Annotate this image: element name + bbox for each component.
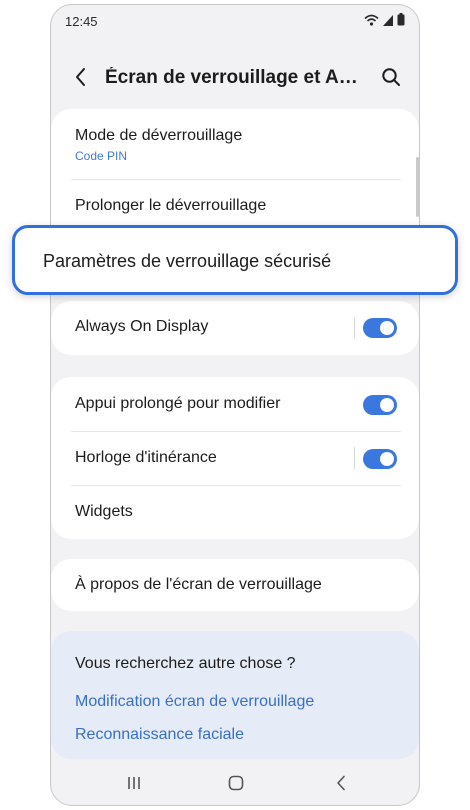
recents-icon <box>126 775 142 796</box>
suggestion-link-lock-screen-edit[interactable]: Modification écran de verrouillage <box>75 693 314 711</box>
suggestions-title: Vous recherchez autre chose ? <box>75 655 296 672</box>
wifi-icon <box>364 13 379 31</box>
unlock-mode-label: Mode de déverrouillage <box>75 127 243 144</box>
roaming-clock-toggle[interactable] <box>363 449 397 469</box>
home-button[interactable] <box>224 773 248 797</box>
chevron-left-icon <box>74 67 88 92</box>
toggle-knob <box>380 398 394 412</box>
long-press-edit-item[interactable]: Appui prolongé pour modifier <box>75 395 403 413</box>
back-icon <box>335 775 347 796</box>
search-button[interactable] <box>377 65 405 93</box>
app-header: Écran de verrouillage et A… <box>51 57 419 101</box>
toggle-knob <box>380 321 394 335</box>
divider <box>71 431 401 432</box>
long-press-edit-label: Appui prolongé pour modifier <box>75 395 281 412</box>
back-button[interactable] <box>67 65 95 93</box>
always-on-display-toggle[interactable] <box>363 318 397 338</box>
page-title: Écran de verrouillage et A… <box>105 67 358 88</box>
home-icon <box>228 775 244 796</box>
always-on-display-card: Always On Display <box>51 301 419 355</box>
divider <box>71 485 401 486</box>
signal-icon <box>383 13 393 31</box>
unlock-mode-value: Code PIN <box>75 149 128 163</box>
secure-lock-settings-label: Paramètres de verrouillage sécurisé <box>43 251 332 271</box>
extend-unlock-item[interactable]: Prolonger le déverrouillage <box>75 197 403 215</box>
toggle-knob <box>380 452 394 466</box>
about-card: À propos de l'écran de verrouillage <box>51 559 419 611</box>
vertical-separator <box>354 447 355 469</box>
recents-button[interactable] <box>122 773 146 797</box>
divider <box>71 179 401 180</box>
vertical-separator <box>354 317 355 339</box>
suggestion-link-face-recognition[interactable]: Reconnaissance faciale <box>75 726 244 744</box>
phone-frame: 12:45 Écran de verrouillage et A… Mode d… <box>50 4 420 806</box>
nav-back-button[interactable] <box>329 773 353 797</box>
about-label: À propos de l'écran de verrouillage <box>75 576 322 593</box>
suggestions-card: Vous recherchez autre chose ? Modificati… <box>51 631 419 759</box>
secure-lock-settings-item[interactable]: Paramètres de verrouillage sécurisé <box>12 225 458 295</box>
scrollbar[interactable] <box>416 157 419 217</box>
unlock-mode-item[interactable]: Mode de déverrouillage Code PIN <box>75 127 403 163</box>
status-bar: 12:45 <box>51 5 419 41</box>
widgets-label: Widgets <box>75 503 133 520</box>
status-time: 12:45 <box>65 14 98 29</box>
search-icon <box>381 67 401 92</box>
lock-screen-options-card: Appui prolongé pour modifier Horloge d'i… <box>51 377 419 539</box>
navigation-bar <box>51 767 419 803</box>
battery-icon <box>397 13 405 31</box>
about-item[interactable]: À propos de l'écran de verrouillage <box>75 576 403 594</box>
extend-unlock-label: Prolonger le déverrouillage <box>75 197 267 214</box>
widgets-item[interactable]: Widgets <box>75 503 403 521</box>
status-icons <box>364 13 405 31</box>
long-press-edit-toggle[interactable] <box>363 395 397 415</box>
